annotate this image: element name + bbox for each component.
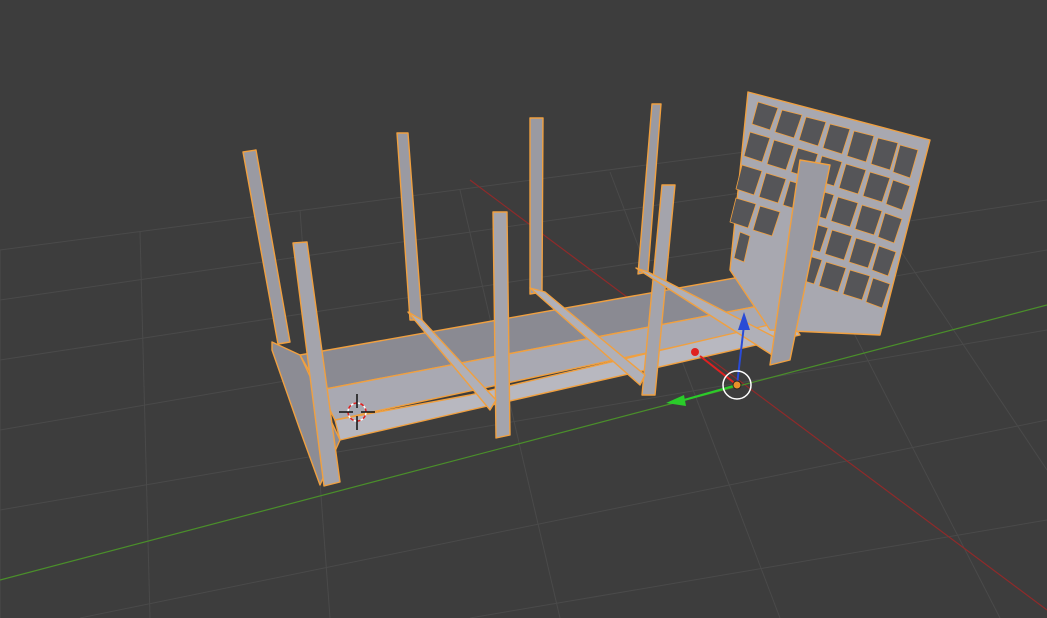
- 3d-viewport[interactable]: [0, 0, 1047, 618]
- post-back-middle-left: [396, 132, 423, 321]
- post-front-middle: [492, 211, 511, 439]
- mesh-object[interactable]: [242, 91, 931, 487]
- gizmo-x-axis[interactable]: [699, 355, 738, 386]
- post-back-middle-right: [529, 117, 544, 295]
- viewport-canvas[interactable]: [0, 0, 1047, 618]
- gizmo-x-handle[interactable]: [691, 348, 699, 356]
- post-back-left: [242, 149, 291, 345]
- object-origin-icon[interactable]: [732, 380, 742, 390]
